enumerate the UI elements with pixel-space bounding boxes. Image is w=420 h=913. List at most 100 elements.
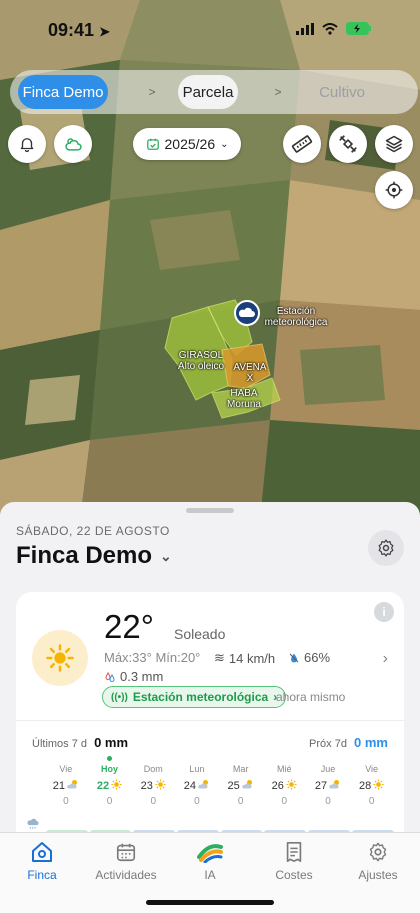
forecast-day[interactable]: Mar 25 0	[219, 764, 263, 807]
calendar-icon	[116, 843, 136, 862]
humidity-icon	[289, 653, 299, 662]
partly-cloudy-icon	[198, 779, 210, 793]
day-number: 26	[262, 779, 306, 793]
notifications-button[interactable]	[8, 125, 46, 163]
receipt-icon	[286, 842, 302, 862]
wind-speed: ≋ 14 km/h	[214, 650, 276, 666]
day-precip-value: 0	[237, 796, 244, 807]
breadcrumb: Finca Demo > Parcela > Cultivo	[10, 70, 418, 114]
avena-field-label: AVENA X	[233, 362, 267, 384]
battery-icon	[346, 22, 371, 35]
sheet-grabber[interactable]	[186, 508, 234, 513]
day-precip-value: 0	[150, 796, 156, 807]
sun-icon	[155, 779, 166, 793]
forecast-day[interactable]: Vie 28 0	[350, 764, 394, 807]
precip-last-7d: Últimos 7 d 0 mm	[32, 735, 129, 750]
day-precip-value: 0	[368, 796, 375, 807]
sun-icon	[373, 779, 384, 793]
chevron-down-icon: ⌄	[220, 138, 229, 150]
forecast-day[interactable]: Mié 26 0	[262, 764, 306, 807]
satellite-icon	[339, 135, 357, 153]
app: { "status": {"time": "09:41"}, "breadcru…	[0, 0, 420, 913]
gear-icon	[378, 539, 394, 557]
day-name: Dom	[143, 764, 163, 774]
farm-title: Finca Demo	[16, 542, 153, 569]
last-updated: ahora mismo	[276, 690, 346, 704]
gear-icon	[369, 842, 387, 862]
weather-condition-icon	[32, 630, 88, 686]
farm-sheet: SÁBADO, 22 DE AGOSTO Finca Demo ⌄ i 22° …	[0, 502, 420, 852]
breadcrumb-farm[interactable]: Finca Demo	[18, 75, 108, 109]
precip-next-7d: Próx 7d 0 mm	[309, 735, 388, 750]
season-selector[interactable]: 2025/26 ⌄	[133, 128, 241, 160]
tab-finca[interactable]: Finca	[0, 833, 84, 913]
partly-cloudy-icon	[242, 779, 254, 793]
weather-condition: Soleado	[174, 626, 226, 642]
weather-station-marker[interactable]	[234, 300, 260, 326]
day-number: 22	[88, 779, 132, 793]
day-precip-value: 0	[325, 796, 331, 807]
measure-button[interactable]	[283, 125, 321, 163]
wind-icon: ≋	[214, 650, 225, 665]
forecast-day[interactable]: Dom 23 0	[131, 764, 175, 807]
current-temperature: 22°	[104, 608, 154, 645]
weather-layer-button[interactable]	[54, 125, 92, 163]
day-precip-value: 0	[281, 796, 288, 807]
ruler-icon	[291, 135, 313, 153]
sun-icon	[286, 779, 297, 793]
rainfall: 0.3 mm	[104, 669, 163, 684]
tab-ajustes[interactable]: Ajustes	[336, 833, 420, 913]
home-icon	[32, 842, 52, 862]
girasol-field-label: GIRASOL Alto oleico	[177, 350, 225, 372]
forecast-day[interactable]: Hoy 22 0	[88, 764, 132, 807]
farm-settings-button[interactable]	[368, 530, 404, 566]
day-name: Vie	[59, 764, 73, 774]
ai-logo-icon	[197, 844, 223, 863]
partly-cloudy-icon	[67, 779, 79, 793]
info-button[interactable]: i	[374, 602, 394, 622]
home-indicator	[146, 900, 274, 905]
season-label: 2025/26	[164, 136, 216, 152]
locate-button[interactable]	[375, 171, 413, 209]
humidity: 66%	[288, 650, 330, 665]
crosshair-icon	[385, 181, 403, 199]
breadcrumb-separator: >	[148, 85, 156, 99]
farm-selector[interactable]: Finca Demo ⌄	[16, 542, 172, 570]
day-number: 25	[219, 779, 263, 793]
station-map-label: Estación meteorológica	[264, 306, 328, 328]
station-badge[interactable]: ((•)) Estación meteorológica ›	[102, 686, 287, 708]
divider	[16, 720, 404, 721]
layers-button[interactable]	[375, 125, 413, 163]
day-number: 28	[350, 779, 394, 793]
sun-icon	[111, 779, 122, 793]
calendar-icon	[146, 138, 159, 150]
breadcrumb-crop[interactable]: Cultivo	[312, 75, 372, 109]
day-name: Vie	[365, 764, 379, 774]
day-name: Mar	[232, 764, 249, 774]
forecast-day[interactable]: Lun 24 0	[175, 764, 219, 807]
signal-icon	[296, 22, 314, 35]
day-number: 23	[131, 779, 175, 793]
forecast-day[interactable]: Vie 21 0	[44, 764, 88, 807]
chevron-right-icon[interactable]: ›	[383, 650, 388, 668]
forecast-day[interactable]: Jue 27 0	[306, 764, 350, 807]
day-number: 21	[44, 779, 88, 793]
broadcast-icon: ((•))	[111, 691, 128, 703]
status-bar: 09:41 ➤	[0, 0, 420, 60]
breadcrumb-parcel[interactable]: Parcela	[178, 75, 238, 109]
sun-icon	[46, 644, 74, 672]
rain-drops-icon	[105, 671, 115, 682]
breadcrumb-separator: >	[274, 85, 282, 99]
day-name: Mié	[277, 764, 292, 774]
day-precip-value: 0	[63, 796, 69, 807]
min-max-temperature: Máx:33° Mín:20°	[104, 650, 201, 665]
bell-icon	[20, 138, 34, 153]
weather-card[interactable]: i 22° Soleado Máx:33° Mín:20° ≋ 14 km/h 6…	[16, 592, 404, 852]
satellite-button[interactable]	[329, 125, 367, 163]
status-icons	[296, 22, 372, 35]
rain-cloud-icon	[27, 818, 39, 829]
forecast-days: Vie 21 0 Hoy 22 0 Dom 23 0 Lun 24 0 Mar 25 0 Mié 26 0 Jue 2…	[44, 756, 394, 807]
current-date: SÁBADO, 22 DE AGOSTO	[16, 524, 170, 538]
day-name: Lun	[189, 764, 205, 774]
day-number: 24	[175, 779, 219, 793]
